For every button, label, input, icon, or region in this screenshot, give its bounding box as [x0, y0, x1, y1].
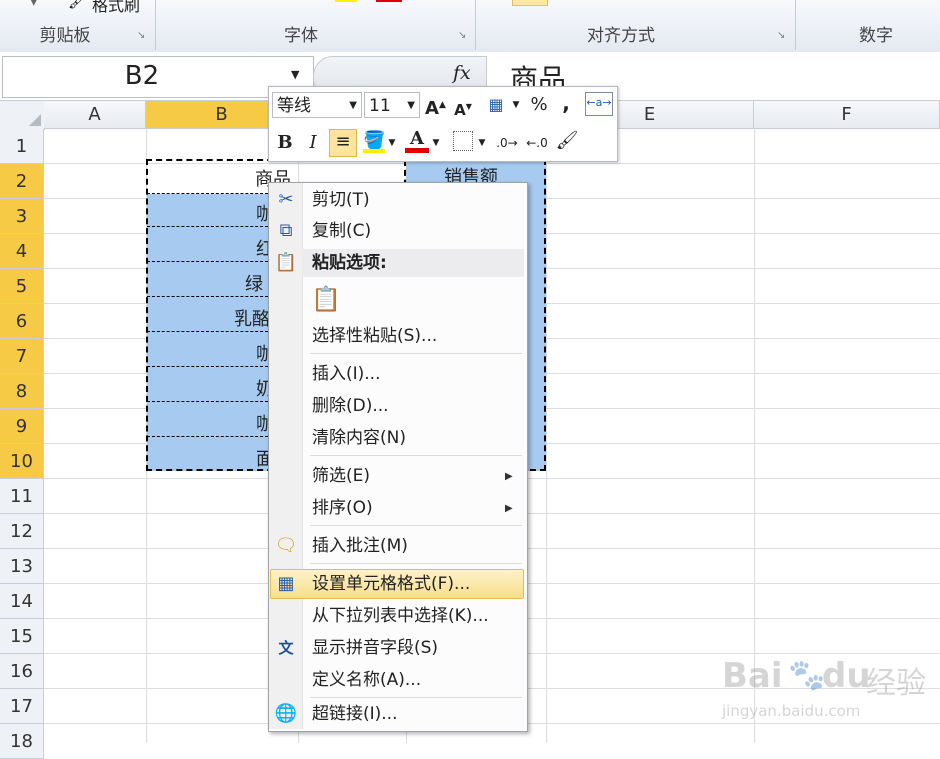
dialog-launcher-icon[interactable]: ↘ [137, 30, 145, 41]
column-header-f[interactable]: F [754, 101, 940, 129]
dropdown-arrow-icon[interactable]: ▾ [30, 0, 38, 10]
comment-icon: 🗨 [274, 535, 298, 556]
decrease-decimal-icon[interactable]: ←.0 [525, 129, 549, 157]
font-size-select[interactable]: 11 ▼ [364, 92, 420, 118]
select-all-corner[interactable] [0, 101, 45, 130]
format-painter-icon[interactable]: 🖌 [555, 127, 579, 155]
phonetic-icon: 文 [278, 639, 294, 657]
menu-item-hyperlink[interactable]: 超链接(I)... [312, 699, 398, 729]
row-header[interactable]: 13 [0, 549, 44, 584]
copy-icon: ⧉ [279, 220, 293, 241]
center-align-icon[interactable]: ≡ [329, 129, 357, 157]
row-header[interactable]: 1 [0, 129, 44, 164]
group-font-label: 字体 [284, 26, 318, 46]
row-header[interactable]: 3 [0, 199, 44, 234]
font-color-button[interactable]: A [405, 125, 429, 153]
paw-icon: 🐾 [788, 658, 826, 693]
merge-center-icon[interactable]: ←a→ [585, 92, 613, 116]
row-header[interactable]: 8 [0, 374, 44, 409]
menu-item-clear-contents[interactable]: 清除内容(N) [312, 423, 406, 453]
highlight-color-swatch[interactable] [335, 0, 357, 2]
menu-item-insert[interactable]: 插入(I)... [312, 359, 381, 389]
row-header[interactable]: 6 [0, 304, 44, 339]
row-header[interactable]: 15 [0, 619, 44, 654]
scissors-icon: ✂ [278, 189, 294, 210]
fill-color-icon[interactable]: 🪣 [363, 127, 385, 155]
chevron-down-icon[interactable]: ▼ [387, 129, 397, 157]
format-cells-icon: ▦ [277, 573, 295, 594]
watermark-brand: Bai [722, 656, 783, 696]
row-header[interactable]: 11 [0, 479, 44, 514]
italic-button[interactable]: I [303, 129, 323, 157]
format-painter-label[interactable]: 格式刷 [92, 0, 140, 16]
row-header[interactable]: 2 [0, 164, 44, 199]
group-alignment-label: 对齐方式 [587, 26, 655, 46]
submenu-arrow-icon: ▶ [505, 503, 513, 514]
increase-decimal-icon[interactable]: .0→ [495, 129, 519, 157]
menu-item-pick-from-list[interactable]: 从下拉列表中选择(K)... [312, 601, 489, 631]
menu-item-define-name[interactable]: 定义名称(A)... [312, 665, 421, 695]
menu-item-format-cells[interactable]: 设置单元格格式(F)... [312, 569, 470, 599]
accounting-format-icon[interactable]: ▦ [483, 91, 509, 119]
row-header[interactable]: 7 [0, 339, 44, 374]
dialog-launcher-icon[interactable]: ↘ [458, 30, 466, 41]
column-header-a[interactable]: A [44, 101, 146, 129]
menu-item-phonetic[interactable]: 显示拼音字段(S) [312, 633, 438, 663]
name-box-value[interactable]: B2 [2, 56, 282, 96]
menu-item-paste-special[interactable]: 选择性粘贴(S)... [312, 321, 437, 351]
row-header[interactable]: 14 [0, 584, 44, 619]
row-header[interactable]: 9 [0, 409, 44, 444]
insert-function-icon[interactable]: fx [453, 62, 471, 84]
clipboard-icon: 📋 [274, 252, 298, 273]
borders-icon[interactable] [453, 131, 473, 151]
row-header[interactable]: 16 [0, 654, 44, 689]
hyperlink-globe-icon: 🌐 [274, 703, 298, 724]
paste-clipboard-icon[interactable]: 📋 [310, 282, 342, 316]
menu-item-cut[interactable]: 剪切(T) [312, 185, 370, 215]
chevron-down-icon: ▼ [349, 100, 357, 111]
group-clipboard-label: 剪贴板 [39, 26, 91, 46]
menu-paste-options-label: 粘贴选项: [312, 253, 387, 273]
grow-font-icon[interactable]: A▲ [425, 91, 446, 119]
font-size-value: 11 [369, 96, 391, 116]
menu-item-sort[interactable]: 排序(O) [312, 493, 373, 523]
font-color-swatch[interactable] [376, 0, 402, 2]
row-header[interactable]: 5 [0, 269, 44, 304]
ribbon: ▾ 🖌 格式刷 剪贴板 ↘ 字体 ↘ 对齐方式 ↘ 数字 [0, 0, 940, 53]
row-header[interactable]: 18 [0, 724, 44, 759]
row-header[interactable]: 17 [0, 689, 44, 724]
percent-style-button[interactable]: % [529, 91, 549, 119]
submenu-arrow-icon: ▶ [505, 471, 513, 482]
menu-item-insert-comment[interactable]: 插入批注(M) [312, 531, 408, 561]
watermark-url: jingyan.baidu.com [722, 702, 861, 720]
format-painter-icon[interactable]: 🖌 [68, 0, 87, 10]
menu-item-filter[interactable]: 筛选(E) [312, 461, 370, 491]
cell-b5[interactable]: 绿 [245, 267, 263, 302]
chevron-down-icon[interactable]: ▼ [431, 129, 441, 157]
menu-item-delete[interactable]: 删除(D)... [312, 391, 389, 421]
comma-style-button[interactable]: , [559, 89, 573, 117]
align-button-fragment[interactable] [512, 0, 548, 6]
watermark-brand2: du [822, 656, 871, 696]
row-header[interactable]: 10 [0, 444, 44, 479]
font-name-value: 等线 [277, 96, 311, 116]
row-header[interactable]: 4 [0, 234, 44, 269]
mini-toolbar: 等线 ▼ 11 ▼ A▲ A▼ ▦ ▼ % , ←a→ B I ≡ 🪣 ▼ A ▼ … [268, 86, 618, 162]
chevron-down-icon[interactable]: ▼ [511, 91, 521, 119]
font-name-select[interactable]: 等线 ▼ [272, 92, 362, 118]
watermark-brand3: 经验 [866, 666, 926, 701]
chevron-down-icon[interactable]: ▼ [291, 68, 299, 81]
bold-button[interactable]: B [275, 129, 295, 157]
font-color-letter: A [410, 128, 424, 149]
shrink-font-icon[interactable]: A▼ [453, 93, 473, 121]
group-number-label: 数字 [859, 26, 893, 46]
dialog-launcher-icon[interactable]: ↘ [777, 30, 785, 41]
chevron-down-icon: ▼ [407, 100, 415, 111]
baidu-watermark: Bai 🐾 du 经验 jingyan.baidu.com [718, 648, 938, 738]
row-header[interactable]: 12 [0, 514, 44, 549]
chevron-down-icon[interactable]: ▼ [477, 129, 487, 157]
cell-b6[interactable]: 乳酪 [234, 302, 270, 337]
menu-item-copy[interactable]: 复制(C) [312, 216, 371, 246]
